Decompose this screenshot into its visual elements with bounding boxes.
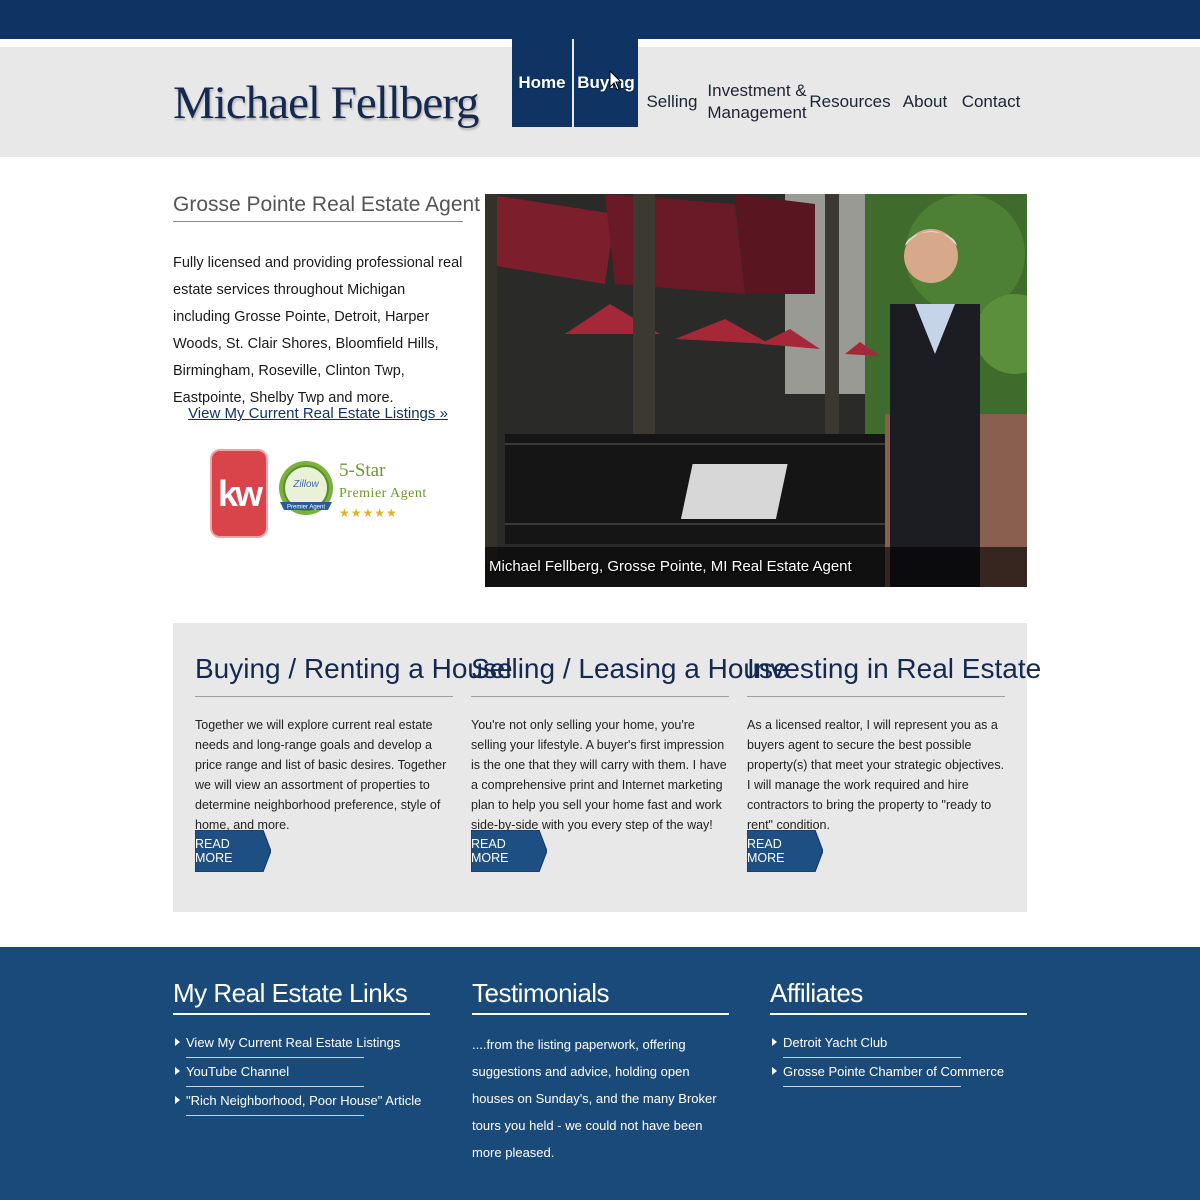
service-text-investing: As a licensed realtor, I will represent … — [747, 718, 1005, 832]
read-more-investing-label: READ MORE — [747, 837, 785, 865]
intro-title: Grosse Pointe Real Estate Agent — [173, 193, 480, 222]
testimonial-text: ....from the listing paperwork, offering… — [472, 1037, 717, 1160]
list-arrow-icon — [772, 1038, 777, 1046]
keller-williams-logo[interactable]: kw — [210, 449, 268, 538]
nav-home[interactable]: Home — [512, 39, 572, 127]
star-icon: ★★★★★ — [339, 506, 398, 520]
service-text-selling: You're not only selling your home, you'r… — [471, 718, 727, 832]
view-listings-link[interactable]: View My Current Real Estate Listings » — [173, 405, 463, 422]
read-more-buying-label: READ MORE — [195, 837, 233, 865]
list-arrow-icon — [175, 1067, 180, 1075]
read-more-investing-button[interactable]: READ MORE — [746, 829, 824, 873]
read-more-selling-button[interactable]: READ MORE — [470, 829, 548, 873]
hero-photo-illustration — [485, 194, 1027, 587]
nav-selling[interactable]: Selling — [645, 84, 699, 120]
footer-affiliates-title: Affiliates — [770, 978, 1027, 1015]
footer-links-title: My Real Estate Links — [173, 978, 430, 1015]
nav-contact[interactable]: Contact — [962, 84, 1021, 120]
zillow-badge-ribbon: Premier Agent — [287, 505, 325, 511]
nav-resources[interactable]: Resources — [809, 84, 890, 120]
service-title-buying: Buying / Renting a House — [195, 653, 513, 697]
footer-link-listings[interactable]: View My Current Real Estate Listings — [186, 1032, 400, 1058]
zillow-badge-icon[interactable]: Zillow Premier Agent — [276, 458, 336, 526]
hero-caption: Michael Fellberg, Grosse Pointe, MI Real… — [485, 547, 1027, 587]
service-title-investing: Investing in Real Estate — [747, 653, 1041, 697]
service-text-buying: Together we will explore current real es… — [195, 718, 447, 832]
top-bar — [0, 0, 1200, 39]
read-more-selling-label: READ MORE — [471, 837, 509, 865]
premier-agent-label: Premier Agent — [339, 486, 427, 501]
footer-link-article[interactable]: "Rich Neighborhood, Poor House" Article — [186, 1090, 421, 1116]
footer-link-youtube[interactable]: YouTube Channel — [186, 1061, 364, 1087]
nav-buying[interactable]: Buying — [574, 39, 638, 127]
footer-testimonials-title: Testimonials — [472, 978, 729, 1015]
affiliate-link-chamber[interactable]: Grosse Pointe Chamber of Commerce — [783, 1061, 1004, 1087]
list-arrow-icon — [772, 1067, 777, 1075]
intro-text: Fully licensed and providing professiona… — [173, 255, 463, 406]
zillow-badge-label: Zillow — [292, 479, 319, 490]
affiliate-link-yacht-club[interactable]: Detroit Yacht Club — [783, 1032, 961, 1058]
service-title-selling: Selling / Leasing a House — [471, 653, 789, 697]
list-arrow-icon — [175, 1096, 180, 1104]
list-arrow-icon — [175, 1038, 180, 1046]
nav-investment-management[interactable]: Investment & Management — [707, 80, 806, 124]
nav-about[interactable]: About — [902, 84, 948, 120]
read-more-buying-button[interactable]: READ MORE — [194, 829, 272, 873]
five-star-title: 5-Star — [339, 460, 386, 481]
mouse-cursor-icon — [609, 70, 623, 91]
hero-image: Michael Fellberg, Grosse Pointe, MI Real… — [485, 194, 1027, 587]
site-logo[interactable]: Michael Fellberg — [173, 76, 480, 130]
